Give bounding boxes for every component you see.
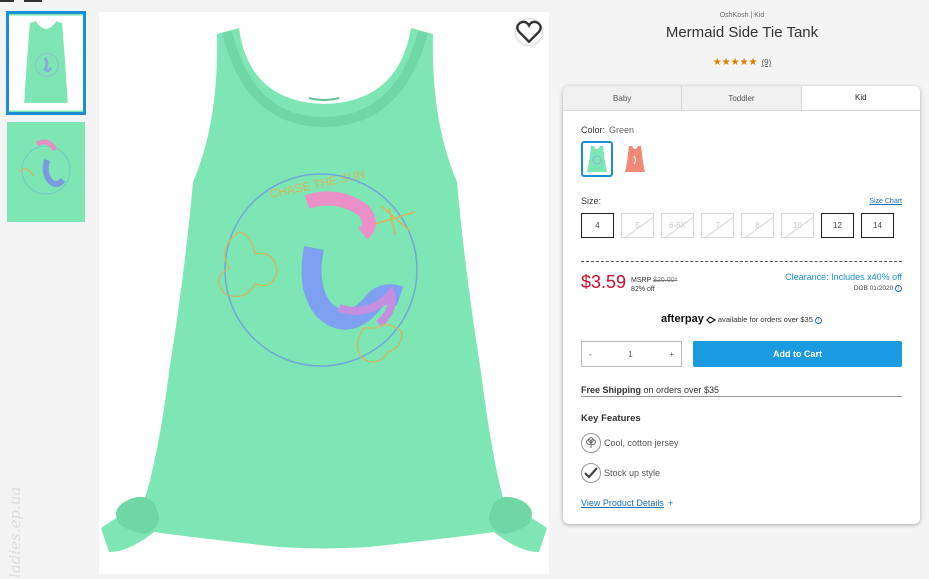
feature-label: Cool, cotton jersey: [604, 438, 679, 448]
discount-percent: 82% off: [631, 286, 655, 293]
rating[interactable]: ★★★★★ (9): [555, 57, 929, 68]
size-option-unavailable: 7: [701, 213, 734, 238]
cart-row: - 1 + Add to Cart: [581, 341, 902, 369]
clearance-block: Clearance: Includes x40% off DOB 01/2020…: [785, 272, 902, 294]
tank-top-image: CHASE THE SUN: [99, 12, 549, 574]
afterpay-row: afterpay available for orders over $35 i: [581, 313, 902, 325]
free-shipping-label: Free Shipping: [581, 385, 642, 395]
thumbnail-front[interactable]: [6, 11, 86, 115]
info-icon[interactable]: i: [895, 285, 902, 292]
color-label-text: Color:: [581, 125, 606, 135]
color-swatches: [581, 141, 902, 177]
main-product-image[interactable]: CHASE THE SUN: [99, 12, 549, 574]
sale-price: $3.59: [581, 272, 627, 292]
shipping-info: Free Shipping on orders over $35: [581, 385, 902, 397]
feature-label: Stock up style: [604, 468, 661, 478]
afterpay-info-icon[interactable]: i: [814, 316, 822, 324]
heart-icon: [516, 20, 542, 44]
msrp-block: MSRP $20.00* 82% off: [631, 276, 677, 294]
size-label: Size:: [581, 196, 602, 206]
size-chart-link[interactable]: Size Chart: [869, 198, 902, 205]
quantity-increment-button[interactable]: +: [669, 350, 674, 359]
graphic-closeup-thumb-image: [7, 122, 85, 222]
size-option-unavailable: 5: [621, 213, 654, 238]
add-to-cart-button[interactable]: Add to Cart: [693, 341, 902, 367]
swatch-coral[interactable]: [619, 141, 651, 177]
price-section: $3.59 MSRP $20.00* 82% off Clearance: In…: [581, 272, 902, 294]
thumbnail-list: [6, 11, 87, 230]
tank-front-thumb-image: [9, 15, 83, 111]
size-option-unavailable: 10: [781, 213, 814, 238]
dob-text: DOB 01/2020 i: [785, 285, 902, 292]
favorite-button[interactable]: [516, 19, 542, 45]
size-option-unavailable: 8: [741, 213, 774, 238]
view-product-details-link[interactable]: View Product Details +: [581, 498, 673, 508]
product-options-card: Baby Toddler Kid Color: Green Size: Size…: [563, 86, 920, 524]
feature-item: Stock up style: [581, 463, 902, 483]
afterpay-arrows-icon: [705, 316, 716, 324]
quantity-stepper: - 1 +: [581, 341, 682, 367]
quantity-value[interactable]: 1: [628, 350, 632, 359]
size-option[interactable]: 14: [861, 213, 894, 238]
size-section: Size: Size Chart 4 5 6-6X 7 8 10 12 14: [581, 196, 902, 238]
swatch-green[interactable]: [581, 141, 613, 177]
green-tank-swatch-image: [587, 146, 607, 172]
coral-tank-swatch-image: [625, 146, 645, 172]
thumbnail-graphic[interactable]: [7, 122, 85, 222]
plus-icon: +: [667, 498, 674, 508]
afterpay-text: available for orders over $35: [717, 315, 813, 324]
tab-kid[interactable]: Kid: [801, 86, 920, 110]
quantity-decrement-button[interactable]: -: [589, 350, 592, 359]
top-edge-marks: [0, 0, 42, 3]
product-details-row: View Product Details +: [581, 493, 902, 511]
afterpay-logo: afterpay: [661, 313, 704, 325]
shipping-condition: on orders over $35: [641, 385, 720, 395]
product-header: OshKosh | Kid Mermaid Side Tie Tank ★★★★…: [555, 12, 929, 68]
checkmark-icon: [581, 463, 601, 483]
color-value: Green: [609, 125, 635, 135]
key-features-heading: Key Features: [581, 413, 641, 424]
product-page: CHASE THE SUN ladies.ep.ua OshKosh | Kid…: [0, 0, 929, 579]
color-label: Color: Green: [581, 125, 902, 135]
clearance-text[interactable]: Clearance: Includes x40% off: [785, 272, 902, 282]
product-title: Mermaid Side Tie Tank: [665, 24, 819, 41]
price-group: $3.59 MSRP $20.00* 82% off: [581, 272, 677, 294]
size-range-tabs: Baby Toddler Kid: [563, 86, 920, 111]
msrp-value: $20.00*: [653, 277, 678, 284]
brand-label: OshKosh | Kid: [719, 12, 765, 19]
msrp-line: MSRP $20.00*: [631, 276, 677, 285]
feature-item: Cool, cotton jersey: [581, 433, 902, 453]
color-section: Color: Green: [581, 125, 902, 177]
msrp-label: MSRP: [631, 277, 652, 284]
size-options: 4 5 6-6X 7 8 10 12 14: [581, 213, 902, 238]
size-option-unavailable: 6-6X: [661, 213, 694, 238]
cotton-icon: [581, 433, 601, 453]
price-divider: [581, 261, 902, 262]
view-product-details-text: View Product Details: [581, 498, 664, 508]
star-rating-icon: ★★★★★: [712, 57, 758, 68]
dob-value: DOB 01/2020: [853, 285, 894, 293]
review-count-link[interactable]: (9): [762, 58, 772, 67]
size-option[interactable]: 4: [581, 213, 614, 238]
size-header: Size: Size Chart: [581, 196, 902, 206]
tab-baby[interactable]: Baby: [563, 86, 683, 110]
tab-toddler[interactable]: Toddler: [682, 86, 802, 110]
watermark-text: ladies.ep.ua: [6, 486, 24, 578]
size-option[interactable]: 12: [821, 213, 854, 238]
